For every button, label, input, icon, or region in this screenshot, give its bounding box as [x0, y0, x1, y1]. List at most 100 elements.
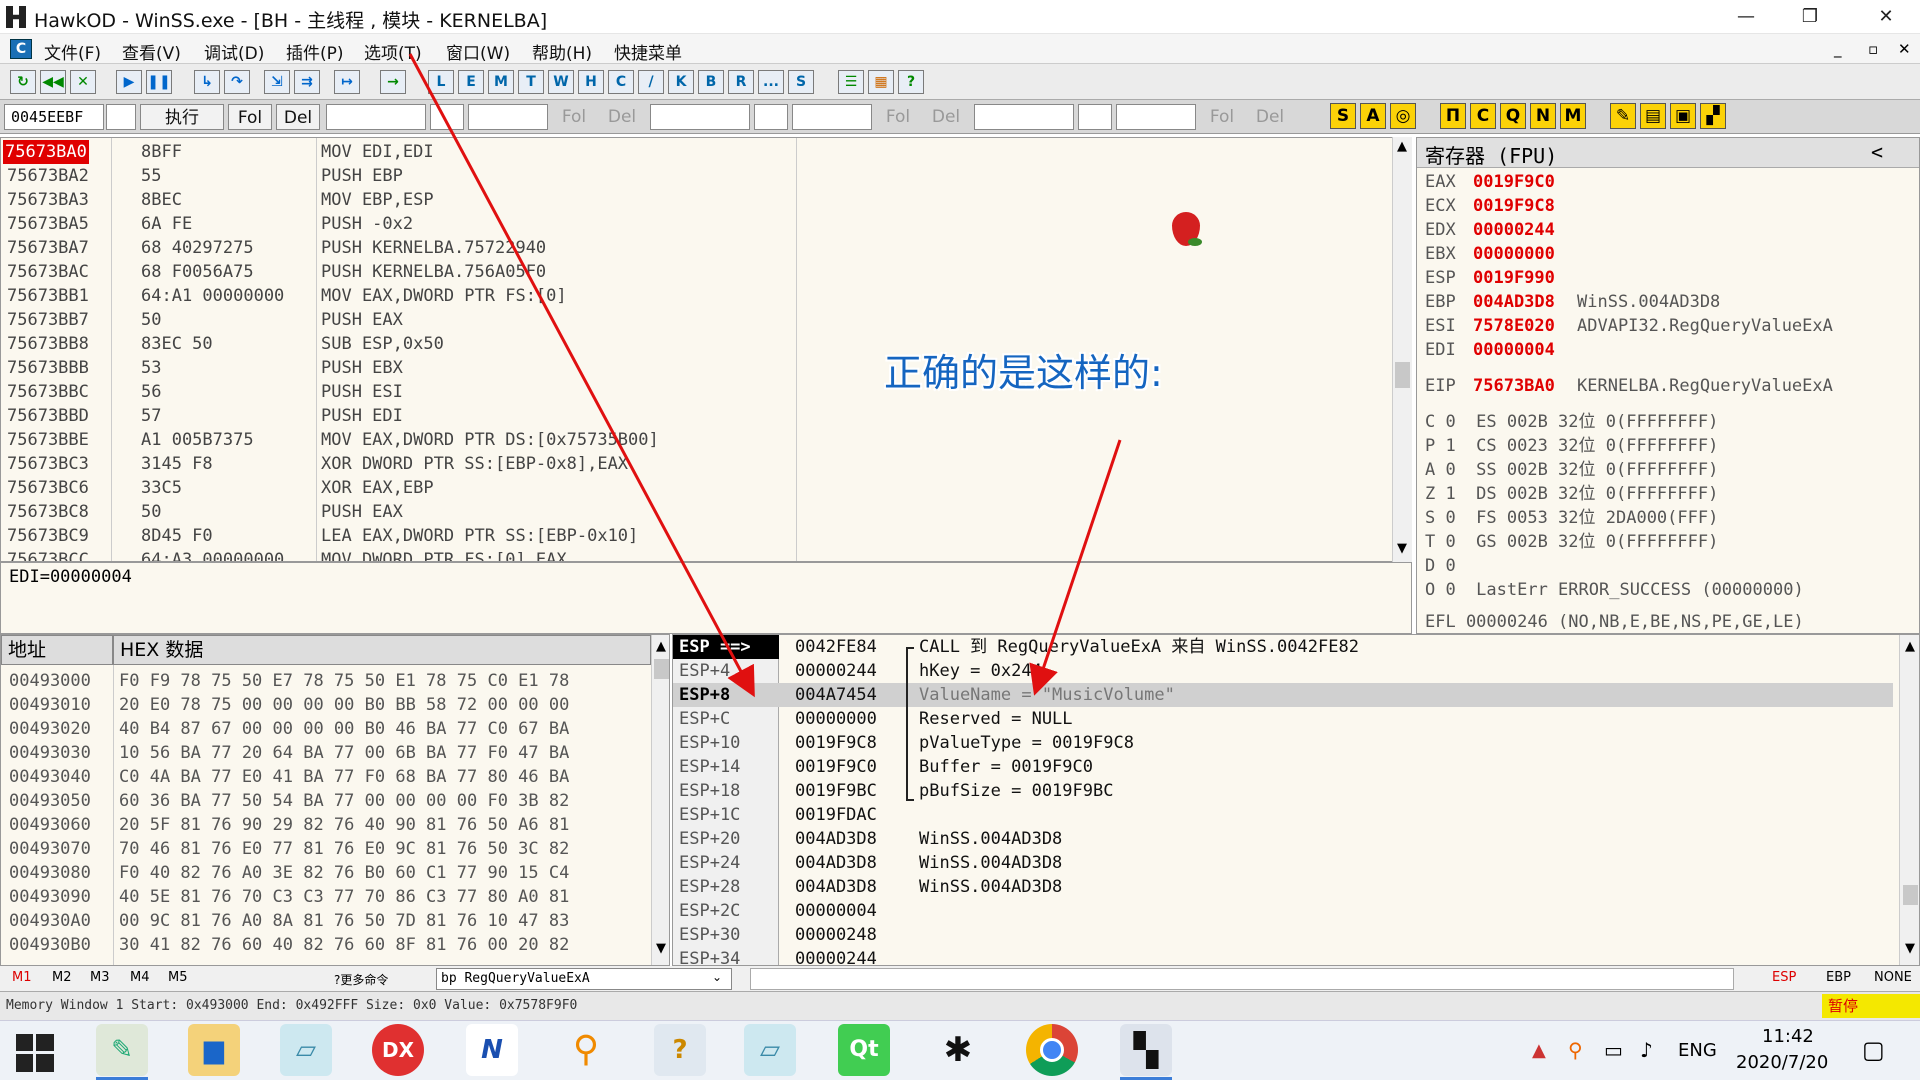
stack-scrollbar[interactable]: ▲ ▼	[1899, 635, 1919, 965]
register-value[interactable]: 00000004	[1473, 338, 1555, 362]
file-explorer-icon[interactable]: ▆	[188, 1024, 240, 1076]
dump-hex[interactable]: 10 56 BA 77 20 64 BA 77 00 6B BA 77 F0 4…	[119, 741, 569, 765]
disassembly-pane[interactable]: 75673BA0 8BFF MOV EDI,EDI 75673BA2 55 PUSH EB…	[0, 137, 1400, 562]
disasm-row[interactable]: 75673BCC 64:A3 00000000 MOV DWORD PTR FS:[…	[1, 548, 1391, 561]
stack-value[interactable]: 004A7454	[795, 683, 877, 707]
stack-value[interactable]: 00000000	[795, 707, 877, 731]
disasm-row[interactable]: 75673BA0 8BFF MOV EDI,EDI	[1, 140, 1391, 164]
register-value-eip[interactable]: 75673BA0	[1473, 374, 1555, 398]
dump-scrollbar[interactable]: ▲ ▼	[651, 635, 669, 965]
address-input[interactable]: 0045EEBF	[4, 104, 104, 130]
clock-time[interactable]: 11:42	[1762, 1026, 1814, 1047]
stack-value[interactable]: 00000004	[795, 899, 877, 923]
notes-icon[interactable]: ▱	[280, 1024, 332, 1076]
disasm-row[interactable]: 75673BB8 83EC 50 SUB ESP,0x50	[1, 332, 1391, 356]
chrome-icon[interactable]	[1026, 1024, 1078, 1076]
delete-button-2[interactable]: Del	[600, 104, 644, 130]
run-icon[interactable]: ▶	[116, 70, 142, 94]
register-value[interactable]: 0019F9C8	[1473, 194, 1555, 218]
menu-window[interactable]: 窗口(W)	[446, 39, 510, 64]
menu-plugins[interactable]: 插件(P)	[286, 39, 344, 64]
clock-date[interactable]: 2020/7/20	[1736, 1052, 1828, 1073]
menu-options[interactable]: 选项(T)	[364, 39, 422, 64]
trace-into-icon[interactable]: ⇲	[264, 70, 290, 94]
flag-row[interactable]: D 0	[1425, 554, 1456, 578]
dump-hex[interactable]: 60 36 BA 77 50 54 BA 77 00 00 00 00 F0 3…	[119, 789, 569, 813]
source-window-button[interactable]: S	[788, 70, 814, 94]
log-window-button[interactable]: L	[428, 70, 454, 94]
follow-button-4[interactable]: Fol	[1200, 104, 1244, 130]
stack-mode-ebp[interactable]: EBP	[1826, 970, 1851, 985]
stack-pane[interactable]: ESP ==> 0042FE84 CALL 到 RegQueryValueExA 来…	[672, 634, 1920, 966]
hawkod-icon[interactable]: ▚	[1120, 1024, 1172, 1076]
goto-icon[interactable]: →	[380, 70, 406, 94]
follow-button[interactable]: Fol	[228, 104, 272, 130]
flag-row[interactable]: P 1 CS 0023 32位 0(FFFFFFFF)	[1425, 434, 1718, 458]
toolbar-tool4-icon[interactable]: ▞	[1700, 103, 1726, 129]
toolbar-pi-button[interactable]: Π	[1440, 103, 1466, 129]
toolbar-a-button[interactable]: A	[1360, 103, 1386, 129]
address-dropdown[interactable]	[106, 104, 136, 130]
register-value[interactable]: 0019F9C0	[1473, 170, 1555, 194]
stack-value[interactable]: 0019F9BC	[795, 779, 877, 803]
register-value[interactable]: 7578E020	[1473, 314, 1555, 338]
stack-value[interactable]: 0019F9C0	[795, 755, 877, 779]
search-tool-icon[interactable]: ⚲	[560, 1024, 612, 1076]
notepad2-icon[interactable]: ▱	[744, 1024, 796, 1076]
dump-hex[interactable]: 40 B4 87 67 00 00 00 00 B0 46 BA 77 C0 6…	[119, 717, 569, 741]
threads-window-button[interactable]: T	[518, 70, 544, 94]
notification-icon[interactable]: ▢	[1862, 1036, 1885, 1064]
command-line-input[interactable]: bp RegQueryValueExA	[436, 968, 732, 990]
stack-value[interactable]: 00000244	[795, 947, 877, 965]
command-input-2[interactable]	[326, 104, 426, 130]
run-trace-button[interactable]: ...	[758, 70, 784, 94]
list-icon[interactable]: ☰	[838, 70, 864, 94]
flag-row[interactable]: C 0 ES 002B 32位 0(FFFFFFFF)	[1425, 410, 1718, 434]
command-dropdown-6[interactable]	[1078, 104, 1112, 130]
stack-mode-esp[interactable]: ESP	[1772, 970, 1796, 985]
register-value[interactable]: 00000244	[1473, 218, 1555, 242]
dump-hex[interactable]: 40 5E 81 76 70 C3 C3 77 70 86 C3 77 80 A…	[119, 885, 569, 909]
memory-tab-m4[interactable]: M4	[130, 970, 150, 985]
command-input-5[interactable]	[792, 104, 872, 130]
language-indicator[interactable]: ENG	[1678, 1040, 1717, 1061]
toolbar-n-button[interactable]: N	[1530, 103, 1556, 129]
debugger-bug-icon[interactable]: ✱	[932, 1024, 984, 1076]
command-input-4[interactable]	[650, 104, 750, 130]
step-into-icon[interactable]: ↳	[194, 70, 220, 94]
flag-row[interactable]: A 0 SS 002B 32位 0(FFFFFFFF)	[1425, 458, 1718, 482]
disasm-row[interactable]: 75673BB1 64:A1 00000000 MOV EAX,DWORD PTR …	[1, 284, 1391, 308]
disasm-row[interactable]: 75673BC3 3145 F8 XOR DWORD PTR SS:[EBP-0x8…	[1, 452, 1391, 476]
toolbar-m-button[interactable]: M	[1560, 103, 1586, 129]
stack-value[interactable]: 00000248	[795, 923, 877, 947]
memory-tab-m1[interactable]: M1	[12, 970, 32, 985]
dump-hex[interactable]: 30 41 82 76 60 40 82 76 60 8F 81 76 00 2…	[119, 933, 569, 957]
disasm-row[interactable]: 75673BAC 68 F0056A75 PUSH KERNELBA.756A05F…	[1, 260, 1391, 284]
execute-button[interactable]: 执行	[140, 104, 224, 130]
register-value[interactable]: 0019F990	[1473, 266, 1555, 290]
delete-button-4[interactable]: Del	[1248, 104, 1292, 130]
tray-search-icon[interactable]: ⚲	[1568, 1038, 1583, 1062]
notepad-chart-icon[interactable]: ✎	[96, 1024, 148, 1076]
dump-hex[interactable]: 20 E0 78 75 00 00 00 00 B0 BB 58 72 00 0…	[119, 693, 569, 717]
dump-header-hex[interactable]: HEX 数据	[113, 635, 651, 665]
more-commands-button[interactable]: ?更多命令	[334, 971, 388, 988]
stack-value[interactable]: 0019F9C8	[795, 731, 877, 755]
stack-value[interactable]: 004AD3D8	[795, 875, 877, 899]
flag-row[interactable]: Z 1 DS 002B 32位 0(FFFFFFFF)	[1425, 482, 1718, 506]
menu-help[interactable]: 帮助(H)	[532, 39, 592, 64]
child-restore-button[interactable]: ▫	[1868, 40, 1878, 58]
patches-window-button[interactable]: /	[638, 70, 664, 94]
toolbar-c-button[interactable]: C	[1470, 103, 1496, 129]
minimize-button[interactable]: —	[1716, 0, 1776, 34]
handles-window-button[interactable]: H	[578, 70, 604, 94]
stack-value[interactable]: 0019FDAC	[795, 803, 877, 827]
volume-icon[interactable]: ♪	[1640, 1038, 1653, 1062]
modules-window-button[interactable]: E	[458, 70, 484, 94]
toolbar-s-button[interactable]: S	[1330, 103, 1356, 129]
command-dropdown-4[interactable]	[754, 104, 788, 130]
toolbar-tool3-icon[interactable]: ▣	[1670, 103, 1696, 129]
toolbar-target-button[interactable]: ◎	[1390, 103, 1416, 129]
command-dropdown-2[interactable]	[430, 104, 464, 130]
dump-hex[interactable]: C0 4A BA 77 E0 41 BA 77 F0 68 BA 77 80 4…	[119, 765, 569, 789]
